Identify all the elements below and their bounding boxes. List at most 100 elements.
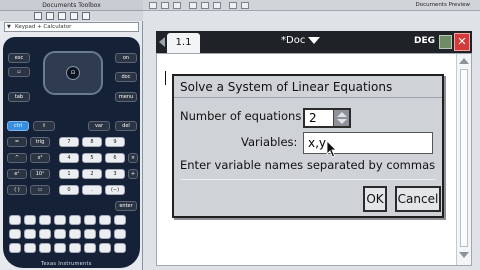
- text-cursor: [165, 71, 166, 85]
- scroll-thumb[interactable]: [460, 69, 468, 247]
- key-v[interactable]: [84, 243, 96, 253]
- key-2[interactable]: 2: [82, 169, 102, 179]
- on-key[interactable]: on: [115, 53, 137, 63]
- num-equations-label: Number of equations: [180, 109, 302, 123]
- scroll-down-icon[interactable]: [459, 252, 469, 258]
- keypad-mode-label: Keypad + Calculator: [15, 24, 72, 30]
- variables-hint: Enter variable names separated by commas: [180, 158, 436, 172]
- shift-key[interactable]: ⇧: [33, 121, 55, 131]
- spin-up-icon[interactable]: [337, 112, 347, 117]
- key-x[interactable]: [114, 243, 126, 253]
- undo-icon[interactable]: [229, 2, 237, 9]
- chevron-down-icon: [308, 36, 321, 44]
- copy-icon[interactable]: [201, 2, 209, 9]
- key-r[interactable]: [24, 243, 36, 253]
- new-doc-icon[interactable]: [149, 2, 157, 9]
- key-t[interactable]: [54, 243, 66, 253]
- screen: Documents Toolbox ▼ Keypad + Calculator …: [0, 0, 480, 270]
- var-key[interactable]: var: [88, 121, 110, 131]
- key-3[interactable]: 3: [105, 169, 125, 179]
- key-q[interactable]: [9, 243, 21, 253]
- open-doc-icon[interactable]: [161, 2, 169, 9]
- redo-icon[interactable]: [241, 2, 249, 9]
- ok-button[interactable]: OK: [363, 186, 387, 212]
- page-sorter-icon[interactable]: [46, 12, 54, 20]
- multiply-key[interactable]: ×: [128, 153, 138, 163]
- key-o[interactable]: [99, 229, 111, 239]
- key-6[interactable]: 6: [105, 153, 125, 163]
- key-0[interactable]: 0: [59, 185, 79, 195]
- cancel-button[interactable]: Cancel: [395, 186, 441, 212]
- key-7[interactable]: 7: [59, 137, 79, 147]
- key-e[interactable]: [69, 215, 81, 225]
- spin-down-icon[interactable]: [337, 119, 347, 124]
- key-l[interactable]: [54, 229, 66, 239]
- ten-power-key[interactable]: 10ˣ: [30, 169, 50, 179]
- variables-value: x,y: [308, 136, 327, 150]
- key-d[interactable]: [54, 215, 66, 225]
- key-s[interactable]: [39, 243, 51, 253]
- dialog-title: Solve a System of Linear Equations: [174, 76, 442, 98]
- content-explorer-icon[interactable]: [58, 12, 66, 20]
- vertical-scrollbar[interactable]: [456, 54, 471, 265]
- key-4[interactable]: 4: [59, 153, 79, 163]
- exp-key[interactable]: eˣ: [7, 169, 27, 179]
- cut-icon[interactable]: [189, 2, 197, 9]
- key-w[interactable]: [99, 243, 111, 253]
- equals-key[interactable]: =: [7, 137, 27, 147]
- key-u[interactable]: [69, 243, 81, 253]
- utilities-icon[interactable]: [70, 12, 78, 20]
- key-h[interactable]: [114, 215, 126, 225]
- del-key[interactable]: del: [115, 121, 137, 131]
- num-equations-spinner[interactable]: [333, 110, 349, 126]
- ctrl-key[interactable]: ctrl: [7, 121, 29, 131]
- touchpad[interactable]: ⊡: [43, 51, 103, 95]
- document-tools-icon[interactable]: [34, 12, 42, 20]
- key-c[interactable]: [39, 215, 51, 225]
- scratchpad-key[interactable]: ▫: [8, 67, 30, 77]
- key-a[interactable]: [9, 215, 21, 225]
- keypad-mode-dropdown[interactable]: ▼ Keypad + Calculator: [4, 22, 139, 32]
- key-f[interactable]: [84, 215, 96, 225]
- paste-icon[interactable]: [213, 2, 221, 9]
- enter-key[interactable]: enter: [115, 201, 137, 211]
- save-icon[interactable]: [173, 2, 181, 9]
- handheld-keypad: ⊡ esc ▫ tab on doc menu ctrl ⇧ var del =…: [3, 37, 140, 268]
- tab-key[interactable]: tab: [8, 92, 30, 102]
- plus-key[interactable]: +: [128, 169, 138, 179]
- key-negative[interactable]: (−): [105, 185, 125, 195]
- key-j[interactable]: [24, 229, 36, 239]
- dialog-divider: [180, 179, 436, 180]
- document-toolbar: Documents Preview: [143, 0, 480, 11]
- solve-system-dialog: Solve a System of Linear Equations Numbe…: [172, 74, 444, 218]
- previous-page-icon[interactable]: [159, 37, 165, 47]
- key-g[interactable]: [99, 215, 111, 225]
- menu-key[interactable]: menu: [115, 92, 137, 102]
- key-i[interactable]: [9, 229, 21, 239]
- key-p[interactable]: [114, 229, 126, 239]
- doc-key[interactable]: doc: [115, 72, 137, 82]
- key-8[interactable]: 8: [82, 137, 102, 147]
- keypad-icon[interactable]: [82, 12, 90, 20]
- key-5[interactable]: 5: [82, 153, 102, 163]
- template-key[interactable]: ▭: [30, 185, 50, 195]
- key-m[interactable]: [69, 229, 81, 239]
- trig-key[interactable]: trig: [30, 137, 50, 147]
- key-1[interactable]: 1: [59, 169, 79, 179]
- key-b[interactable]: [24, 215, 36, 225]
- esc-key[interactable]: esc: [8, 53, 30, 63]
- close-icon[interactable]: ✕: [454, 33, 470, 51]
- square-key[interactable]: x²: [30, 153, 50, 163]
- key-9[interactable]: 9: [105, 137, 125, 147]
- variables-field[interactable]: x,y: [303, 132, 433, 154]
- page-tab[interactable]: 1.1: [167, 33, 200, 53]
- document-title[interactable]: *Doc: [281, 35, 321, 46]
- touchpad-center-icon[interactable]: ⊡: [66, 66, 80, 80]
- key-decimal[interactable]: .: [82, 185, 102, 195]
- key-k[interactable]: [39, 229, 51, 239]
- texas-instruments-logo: Texas Instruments: [41, 261, 92, 267]
- scroll-up-icon[interactable]: [459, 58, 469, 64]
- caret-key[interactable]: ^: [7, 153, 27, 163]
- paren-key[interactable]: ( ): [7, 185, 27, 195]
- key-n[interactable]: [84, 229, 96, 239]
